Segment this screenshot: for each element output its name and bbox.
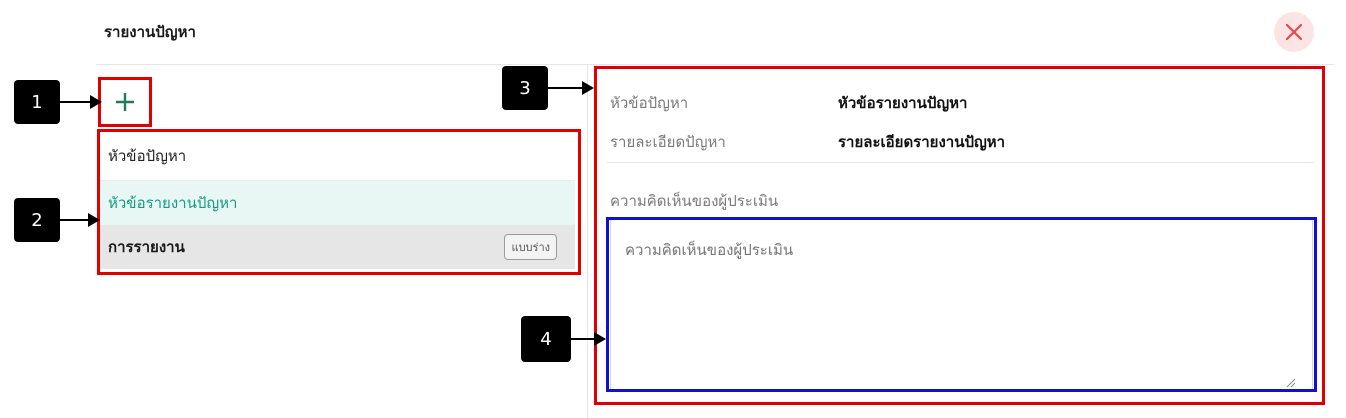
callout-2: 2	[14, 198, 60, 242]
callout-arrow-2	[60, 213, 100, 227]
pane-divider	[587, 65, 588, 418]
annotation-box-list	[97, 129, 581, 275]
page-title: รายงานปัญหา	[104, 23, 196, 41]
callout-3: 3	[502, 66, 548, 110]
callout-arrow-4	[571, 332, 606, 346]
close-button[interactable]	[1274, 12, 1314, 52]
annotation-box-comment	[606, 217, 1317, 392]
callout-1: 1	[14, 80, 60, 124]
annotation-box-add	[98, 77, 152, 127]
callout-4: 4	[521, 316, 571, 362]
close-x-icon	[1285, 23, 1303, 41]
callout-arrow-3	[548, 81, 594, 95]
callout-arrow-1	[60, 95, 102, 109]
